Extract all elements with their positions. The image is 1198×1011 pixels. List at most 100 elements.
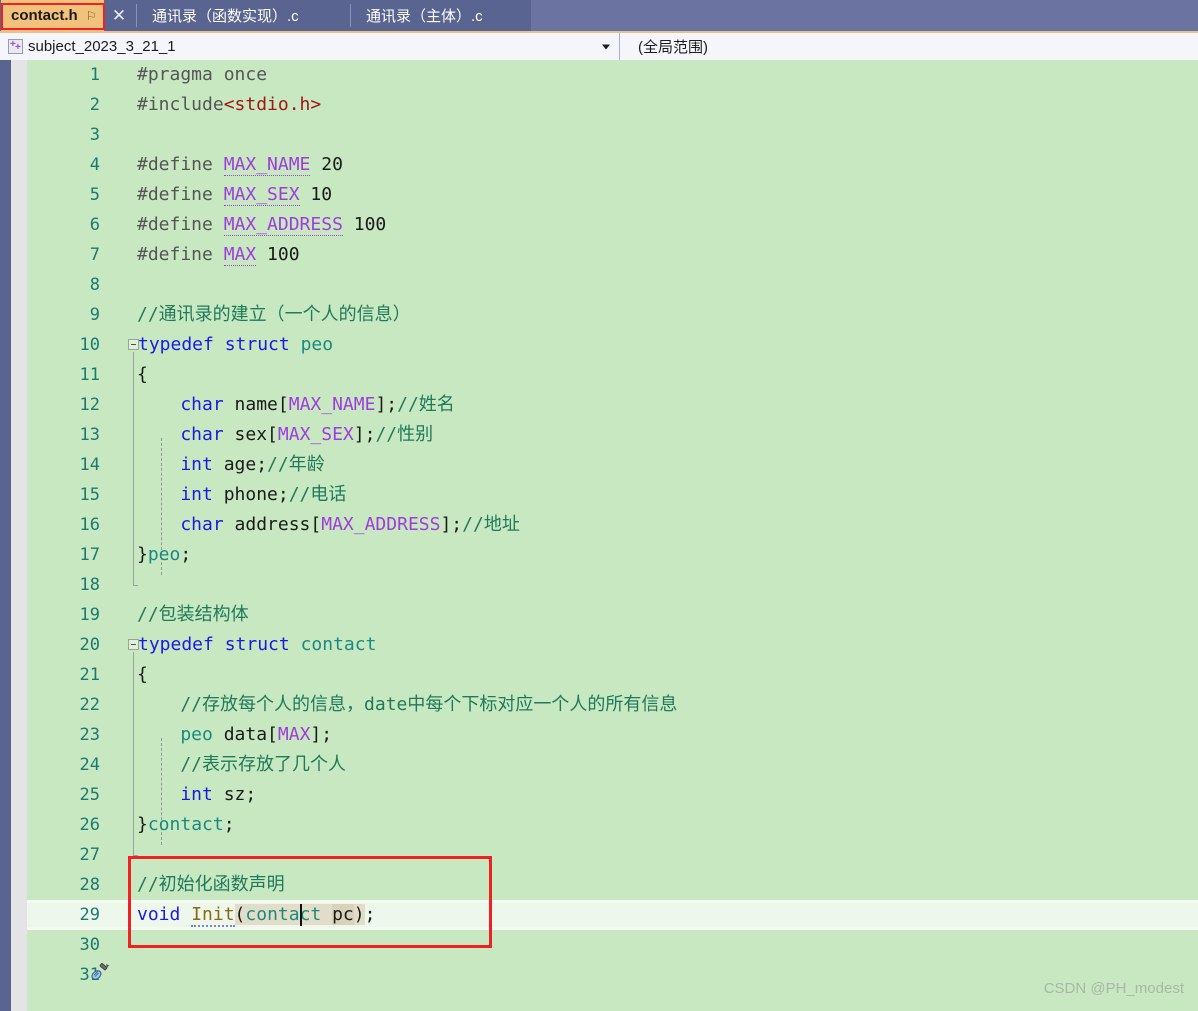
token-keyword: int — [137, 454, 213, 475]
code-line[interactable]: 16 char address[MAX_ADDRESS];//地址 — [27, 510, 1198, 540]
line-content[interactable]: peo data[MAX]; — [137, 720, 332, 750]
code-line[interactable]: 24 //表示存放了几个人 — [27, 750, 1198, 780]
token-brace: { — [137, 364, 148, 385]
line-content[interactable]: char name[MAX_NAME];//姓名 — [137, 390, 454, 420]
token-param-type: contact — [245, 904, 322, 925]
line-number: 28 — [79, 875, 100, 895]
line-number: 17 — [79, 545, 100, 565]
line-number: 8 — [89, 275, 100, 295]
token-punct: ]; — [440, 514, 463, 535]
code-line[interactable]: 31 — [27, 960, 1198, 990]
tab-contact-h[interactable]: contact.h ⚐ — [1, 0, 105, 31]
close-icon[interactable]: ✕ — [104, 0, 134, 31]
code-line[interactable]: 3 — [27, 120, 1198, 150]
token-function-name: Init — [191, 904, 235, 927]
code-line[interactable]: 26 }contact; — [27, 810, 1198, 840]
chevron-down-icon[interactable] — [602, 44, 610, 49]
line-content[interactable]: #define MAX_NAME 20 — [137, 150, 343, 180]
code-line[interactable]: 18 — [27, 570, 1198, 600]
token-type-name: contact — [147, 814, 224, 835]
line-number: 29 — [79, 905, 100, 925]
code-line[interactable]: 7 #define MAX 100 — [27, 240, 1198, 270]
token-header: <stdio.h> — [223, 94, 322, 115]
pin-icon[interactable]: ⚐ — [86, 9, 97, 23]
quick-action-screwdriver-icon[interactable] — [90, 962, 110, 982]
line-content[interactable]: char address[MAX_ADDRESS];//地址 — [137, 510, 520, 540]
member-dropdown[interactable]: (全局范围) — [620, 33, 1198, 60]
code-line[interactable]: 14 int age;//年龄 — [27, 450, 1198, 480]
line-content[interactable]: //表示存放了几个人 — [137, 750, 346, 780]
line-number: 12 — [79, 395, 100, 415]
code-line[interactable]: 30 — [27, 930, 1198, 960]
line-content[interactable]: #define MAX_ADDRESS 100 — [137, 210, 386, 240]
code-line[interactable]: 6 #define MAX_ADDRESS 100 — [27, 210, 1198, 240]
code-surface[interactable]: 1 #pragma once 2 #include<stdio.h> 3 4 #… — [27, 60, 1198, 1011]
code-editor[interactable]: 1 #pragma once 2 #include<stdio.h> 3 4 #… — [0, 60, 1198, 1011]
token-macro-name: MAX — [223, 244, 257, 266]
member-dropdown-value: (全局范围) — [638, 39, 708, 56]
code-line[interactable]: 17 }peo; — [27, 540, 1198, 570]
line-content[interactable]: int age;//年龄 — [137, 450, 324, 480]
code-line[interactable]: 15 int phone;//电话 — [27, 480, 1198, 510]
line-content[interactable]: }peo; — [137, 540, 191, 570]
line-content[interactable]: void Init(contact pc); — [137, 900, 375, 930]
line-content[interactable]: }contact; — [137, 810, 235, 840]
line-content[interactable]: #pragma once — [137, 60, 267, 90]
line-content[interactable]: int sz; — [137, 780, 256, 810]
token-preprocessor: #pragma once — [137, 64, 268, 85]
code-line[interactable]: 11 { — [27, 360, 1198, 390]
line-number: 3 — [89, 125, 100, 145]
token-keyword: typedef struct — [138, 634, 301, 655]
selection-margin[interactable] — [11, 60, 27, 1011]
code-line[interactable]: 12 char name[MAX_NAME];//姓名 — [27, 390, 1198, 420]
line-number: 15 — [79, 485, 100, 505]
token-punct: ; — [364, 904, 376, 925]
line-content[interactable]: //包装结构体 — [137, 600, 249, 630]
line-content[interactable]: int phone;//电话 — [137, 480, 346, 510]
token-number: 100 — [342, 214, 387, 235]
code-line[interactable]: 27 — [27, 840, 1198, 870]
scope-dropdown[interactable]: subject_2023_3_21_1 — [0, 33, 620, 60]
code-line[interactable]: 4 #define MAX_NAME 20 — [27, 150, 1198, 180]
line-content[interactable]: char sex[MAX_SEX];//性别 — [137, 420, 433, 450]
code-line[interactable]: 20 typedef struct contact — [27, 630, 1198, 660]
line-content[interactable]: #include<stdio.h> — [137, 90, 321, 120]
line-content[interactable]: typedef struct contact — [138, 630, 376, 660]
code-line[interactable]: 28 //初始化函数声明 — [27, 870, 1198, 900]
code-line[interactable]: 10 typedef struct peo — [27, 330, 1198, 360]
token-punct: ]; — [310, 724, 333, 745]
token-preprocessor: #define — [137, 244, 224, 265]
token-identifier: address[ — [223, 514, 322, 535]
line-content[interactable]: typedef struct peo — [138, 330, 333, 360]
token-keyword: int — [137, 784, 213, 805]
line-content[interactable]: { — [137, 360, 148, 390]
code-line[interactable]: 2 #include<stdio.h> — [27, 90, 1198, 120]
line-content[interactable]: //初始化函数声明 — [137, 870, 285, 900]
code-line[interactable]: 5 #define MAX_SEX 10 — [27, 180, 1198, 210]
code-line[interactable]: 21 { — [27, 660, 1198, 690]
tab-tongxunlu-main[interactable]: 通讯录（主体）.c — [356, 0, 531, 31]
line-content[interactable]: #define MAX 100 — [137, 240, 300, 270]
line-content[interactable]: #define MAX_SEX 10 — [137, 180, 332, 210]
line-number: 25 — [79, 785, 100, 805]
token-comment: //通讯录的建立（一个人的信息） — [137, 304, 411, 325]
code-line[interactable]: 1 #pragma once — [27, 60, 1198, 90]
line-content[interactable]: //通讯录的建立（一个人的信息） — [137, 300, 411, 330]
code-line[interactable]: 25 int sz; — [27, 780, 1198, 810]
token-preprocessor: #define — [137, 184, 224, 205]
line-number: 2 — [89, 95, 100, 115]
line-content[interactable]: { — [137, 660, 148, 690]
tab-tongxunlu-function-impl[interactable]: 通讯录（函数实现）.c — [142, 0, 344, 31]
token-brace: } — [137, 814, 148, 835]
code-line[interactable]: 22 //存放每个人的信息，date中每个下标对应一个人的所有信息 — [27, 690, 1198, 720]
token-macro-ref: MAX_SEX — [277, 424, 354, 445]
code-line[interactable]: 8 — [27, 270, 1198, 300]
code-line[interactable]: 9 //通讯录的建立（一个人的信息） — [27, 300, 1198, 330]
code-line[interactable]: 23 peo data[MAX]; — [27, 720, 1198, 750]
token-macro-ref: MAX_ADDRESS — [321, 514, 441, 535]
line-content[interactable]: //存放每个人的信息，date中每个下标对应一个人的所有信息 — [137, 690, 677, 720]
tab-label: contact.h — [11, 7, 78, 24]
code-line-current[interactable]: 29 void Init(contact pc); — [27, 900, 1198, 930]
code-line[interactable]: 19 //包装结构体 — [27, 600, 1198, 630]
code-line[interactable]: 13 char sex[MAX_SEX];//性别 — [27, 420, 1198, 450]
